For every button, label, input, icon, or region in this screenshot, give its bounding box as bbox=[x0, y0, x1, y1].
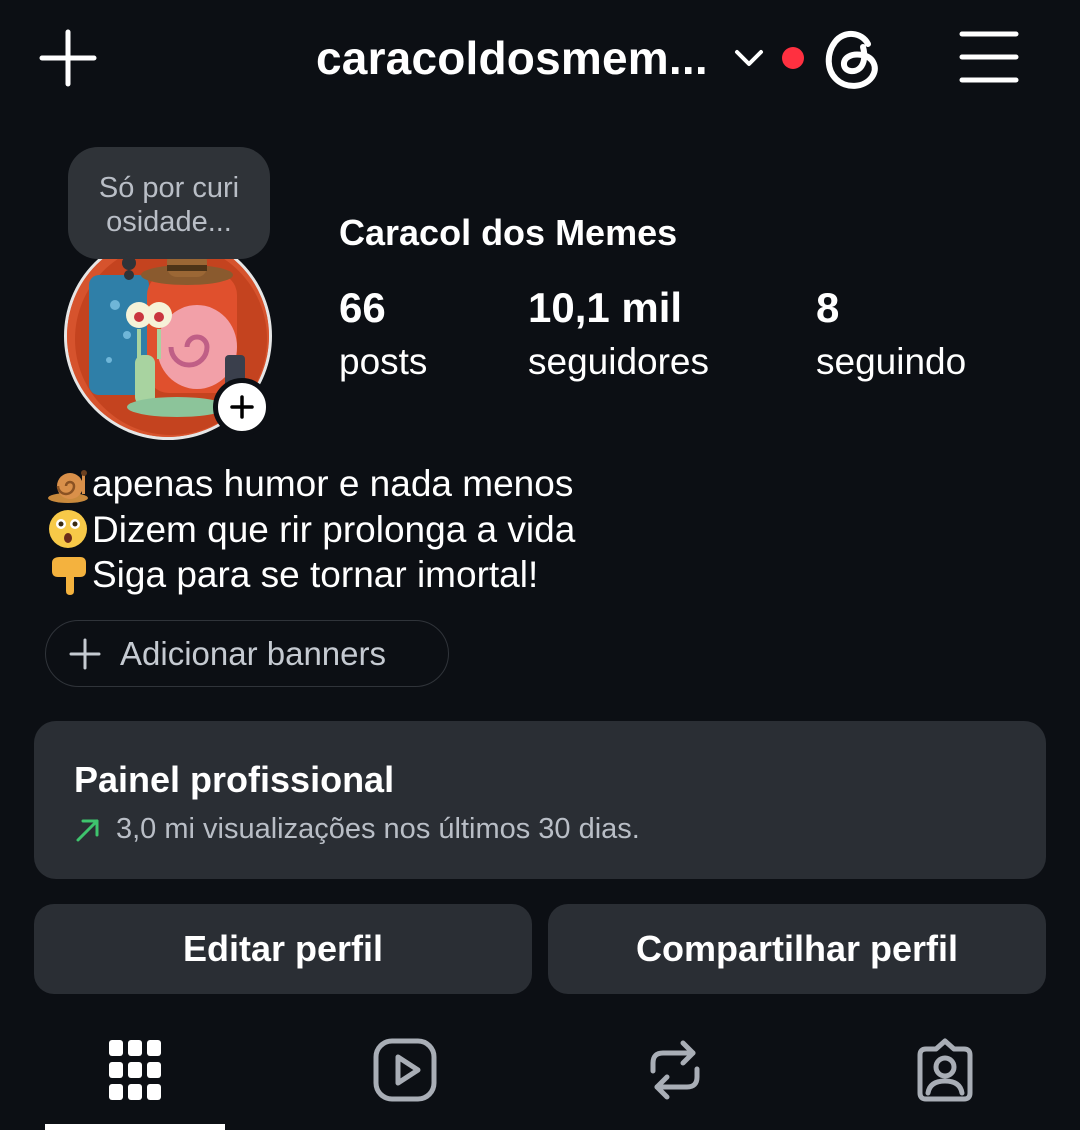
professional-dashboard[interactable]: Painel profissional 3,0 mi visualizações… bbox=[34, 721, 1046, 879]
tab-reposts[interactable] bbox=[585, 1020, 765, 1120]
bio-line: Dizem que rir prolonga a vida bbox=[46, 507, 575, 553]
tagged-icon bbox=[917, 1038, 973, 1102]
notification-dot bbox=[781, 47, 804, 69]
account-switcher[interactable]: caracoldosmem... bbox=[316, 30, 804, 86]
profile-bio: apenas humor e nada menos Dizem que rir … bbox=[46, 461, 575, 598]
bio-text: Dizem que rir prolonga a vida bbox=[92, 508, 576, 550]
dashboard-subtitle-text: 3,0 mi visualizações nos últimos 30 dias… bbox=[116, 813, 640, 845]
plus-icon bbox=[39, 29, 97, 87]
following-count[interactable]: 8 seguindo bbox=[816, 284, 966, 388]
reposts-icon bbox=[650, 1040, 700, 1100]
followers-count-label: seguidores bbox=[528, 341, 710, 382]
dashboard-subtitle: 3,0 mi visualizações nos últimos 30 dias… bbox=[74, 813, 1046, 846]
edit-profile-button[interactable]: Editar perfil bbox=[34, 904, 532, 994]
posts-count[interactable]: 66 posts bbox=[339, 284, 427, 388]
dashboard-title: Painel profissional bbox=[74, 759, 395, 800]
following-count-label: seguindo bbox=[816, 341, 967, 382]
grid-icon bbox=[109, 1040, 161, 1100]
add-banners-button[interactable]: Adicionar banners bbox=[45, 620, 449, 687]
posts-count-value: 66 bbox=[339, 284, 386, 331]
threads-icon bbox=[825, 31, 878, 89]
snail-emoji bbox=[48, 469, 88, 503]
note-bubble-tail-small bbox=[124, 270, 134, 280]
share-profile-button[interactable]: Compartilhar perfil bbox=[548, 904, 1046, 994]
username: caracoldosmem... bbox=[316, 32, 708, 84]
note-bubble-tail bbox=[122, 256, 136, 270]
followers-count-value: 10,1 mil bbox=[528, 284, 683, 331]
following-count-value: 8 bbox=[816, 284, 840, 331]
note-bubble[interactable]: Só por curi osidade... bbox=[68, 147, 270, 259]
chevron-down-icon bbox=[734, 50, 763, 66]
plus-icon bbox=[230, 395, 254, 419]
tab-reels[interactable] bbox=[315, 1020, 495, 1120]
menu-button[interactable] bbox=[958, 28, 1020, 86]
top-bar: caracoldosmem... bbox=[0, 0, 1080, 120]
followers-count[interactable]: 10,1 mil seguidores bbox=[528, 284, 709, 388]
threads-button[interactable] bbox=[818, 22, 888, 94]
add-banners-label: Adicionar banners bbox=[120, 634, 386, 672]
backhand-index-pointing-down-emoji bbox=[52, 556, 86, 595]
tab-grid[interactable] bbox=[45, 1020, 225, 1120]
bio-line: apenas humor e nada menos bbox=[46, 461, 575, 507]
trending-up-arrow-icon bbox=[76, 819, 99, 841]
create-post-button[interactable] bbox=[36, 26, 100, 90]
hamburger-menu-icon bbox=[959, 31, 1019, 83]
add-story-button[interactable] bbox=[213, 378, 271, 436]
plus-icon bbox=[69, 638, 101, 669]
reels-icon bbox=[373, 1038, 437, 1102]
astonished-face-emoji bbox=[49, 510, 87, 549]
bio-text: Siga para se tornar imortal! bbox=[92, 554, 539, 595]
display-name: Caracol dos Memes bbox=[339, 212, 678, 253]
tab-tagged[interactable] bbox=[855, 1020, 1035, 1120]
bio-text: apenas humor e nada menos bbox=[92, 463, 574, 504]
bio-line: Siga para se tornar imortal! bbox=[46, 552, 575, 598]
posts-count-label: posts bbox=[339, 341, 428, 382]
active-tab-indicator bbox=[45, 1124, 225, 1130]
